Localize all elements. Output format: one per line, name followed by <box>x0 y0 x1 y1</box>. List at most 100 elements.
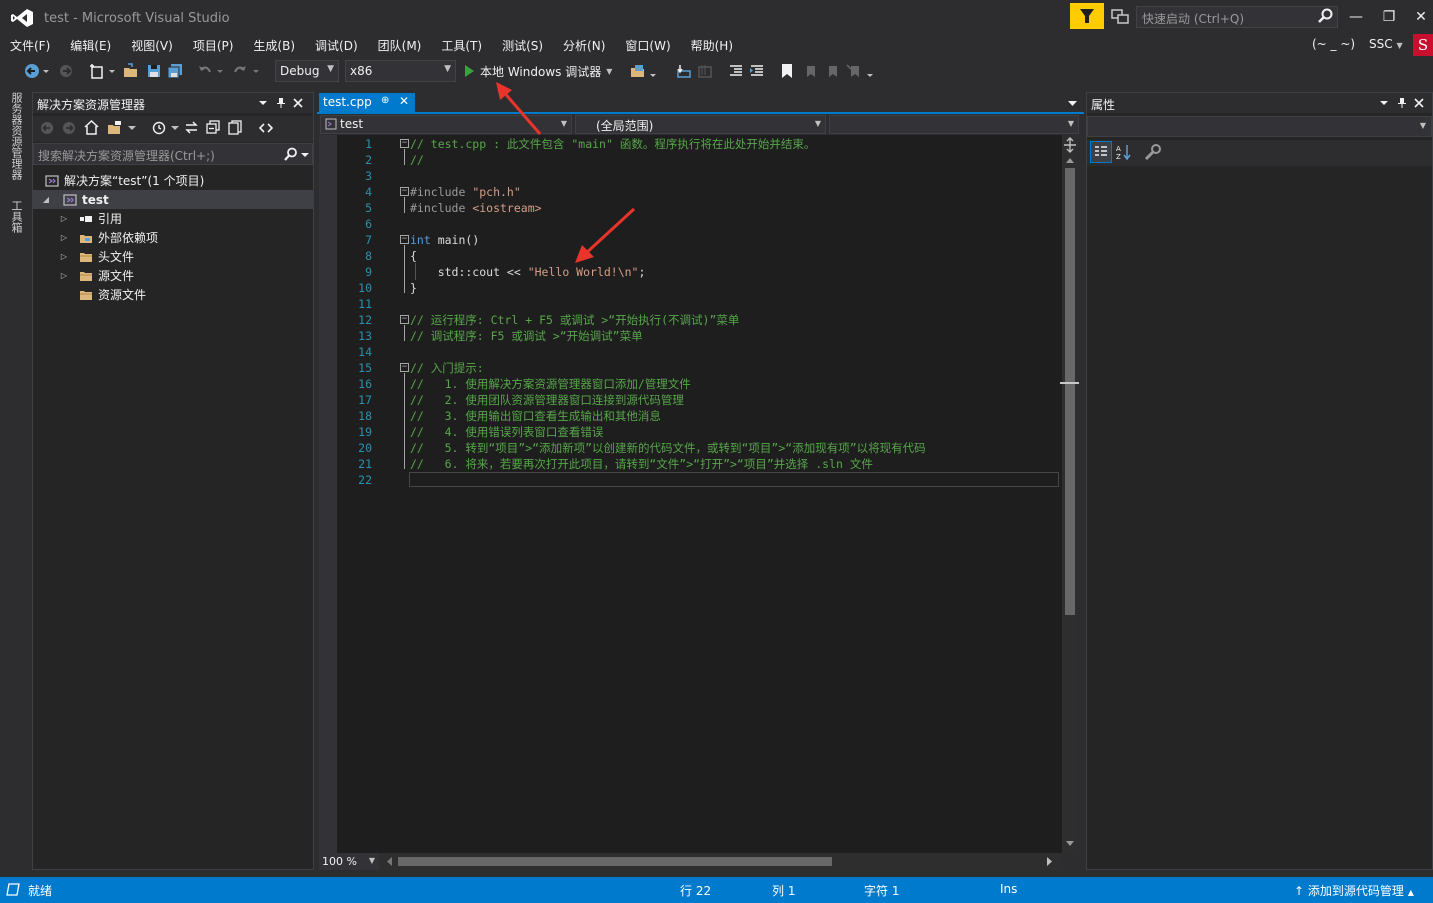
close-icon[interactable] <box>293 98 303 108</box>
chevron-down-icon[interactable] <box>252 63 260 79</box>
menu-item[interactable]: 项目(P) <box>183 34 244 56</box>
tree-item-resource-files[interactable]: 资源文件 <box>33 285 313 304</box>
quick-launch-input[interactable]: 快速启动 (Ctrl+Q) <box>1136 6 1338 28</box>
vertical-scroll-thumb[interactable] <box>1065 168 1075 615</box>
account-badge[interactable]: S <box>1413 34 1433 56</box>
tab-server-explorer[interactable]: 服务器资源管理器 <box>8 92 24 180</box>
scroll-right-icon[interactable] <box>1047 857 1053 866</box>
collapse-marker-icon[interactable]: − <box>400 363 409 372</box>
expanded-triangle-icon[interactable]: ◢ <box>41 195 51 204</box>
close-icon[interactable]: ✕ <box>399 94 409 108</box>
menu-item[interactable]: 视图(V) <box>121 34 183 56</box>
alphabetical-icon[interactable]: AZ <box>1115 143 1133 161</box>
tree-item-source-files[interactable]: ▷ 源文件 <box>33 266 313 285</box>
output-window-icon[interactable] <box>6 883 20 896</box>
menu-item[interactable]: 生成(B) <box>243 34 305 56</box>
scroll-left-icon[interactable] <box>386 857 392 866</box>
new-project-icon[interactable] <box>89 63 105 79</box>
zoom-select[interactable]: 100 % ▼ <box>319 853 379 870</box>
properties-object-select[interactable]: ▼ <box>1087 116 1432 137</box>
redo-icon[interactable] <box>232 63 248 79</box>
menu-item[interactable]: 工具(T) <box>431 34 492 56</box>
menu-item[interactable]: 窗口(W) <box>615 34 680 56</box>
indent-icon[interactable] <box>749 63 765 79</box>
scroll-down-icon[interactable] <box>1066 841 1074 847</box>
notification-filter-button[interactable] <box>1070 3 1104 29</box>
member-nav-select[interactable]: ▼ <box>829 115 1079 134</box>
menu-item[interactable]: 编辑(E) <box>60 34 121 56</box>
menu-item[interactable]: 测试(S) <box>492 34 553 56</box>
scope-nav-select[interactable]: (全局范围) ▼ <box>575 115 826 134</box>
chevron-down-icon[interactable] <box>171 124 179 132</box>
feedback-icon[interactable] <box>1110 8 1130 26</box>
prev-bookmark-icon[interactable] <box>802 63 818 79</box>
search-icon[interactable] <box>1318 8 1334 24</box>
forward-icon[interactable] <box>62 121 76 135</box>
tab-toolbox[interactable]: 工具箱 <box>8 200 24 233</box>
tree-item-header-files[interactable]: ▷ 头文件 <box>33 247 313 266</box>
split-icon[interactable] <box>1063 137 1077 153</box>
bookmark-icon[interactable] <box>779 63 795 79</box>
account-initials[interactable]: SSC ▼ <box>1369 37 1403 51</box>
next-bookmark-icon[interactable] <box>824 63 840 79</box>
chevron-down-icon[interactable] <box>259 99 267 107</box>
sync-icon[interactable] <box>184 120 199 135</box>
close-button[interactable]: ✕ <box>1406 5 1433 29</box>
start-debugging-button[interactable]: 本地 Windows 调试器 ▼ <box>463 61 612 81</box>
step-over-icon[interactable] <box>697 63 713 79</box>
clear-bookmarks-icon[interactable] <box>846 63 862 79</box>
minimize-button[interactable]: — <box>1341 5 1371 29</box>
show-all-files-icon[interactable] <box>228 120 243 135</box>
menu-item[interactable]: 团队(M) <box>368 34 432 56</box>
tree-project-node[interactable]: ◢ test <box>33 190 313 209</box>
save-all-icon[interactable] <box>167 63 183 79</box>
undo-icon[interactable] <box>197 63 213 79</box>
solution-search-input[interactable]: 搜索解决方案资源管理器(Ctrl+;) <box>33 143 313 165</box>
collapse-marker-icon[interactable]: − <box>400 235 409 244</box>
pin-icon[interactable]: ⊕ <box>381 95 389 106</box>
chevron-down-icon[interactable] <box>108 63 116 79</box>
collapsed-triangle-icon[interactable]: ▷ <box>59 233 69 242</box>
menu-item[interactable]: 文件(F) <box>0 34 60 56</box>
categorized-icon[interactable] <box>1090 141 1112 163</box>
close-icon[interactable] <box>1414 98 1424 108</box>
menu-item[interactable]: 帮助(H) <box>681 34 743 56</box>
code-view-icon[interactable] <box>259 121 273 135</box>
collapsed-triangle-icon[interactable]: ▷ <box>59 252 69 261</box>
chevron-down-icon[interactable] <box>128 124 136 132</box>
outdent-icon[interactable] <box>728 63 744 79</box>
switch-views-icon[interactable] <box>107 120 122 135</box>
account-name[interactable]: (~ _ ~) <box>1312 37 1355 51</box>
add-to-source-control-button[interactable]: ↑ 添加到源代码管理 ▲ <box>1294 882 1414 899</box>
home-icon[interactable] <box>84 120 99 135</box>
platform-select[interactable]: x86 ▼ <box>345 60 456 82</box>
collapse-marker-icon[interactable]: − <box>400 315 409 324</box>
collapse-all-icon[interactable] <box>206 120 221 135</box>
tree-item-references[interactable]: ▷ 引用 <box>33 209 313 228</box>
chevron-down-icon[interactable] <box>301 151 309 159</box>
chevron-down-icon[interactable] <box>42 63 50 79</box>
tree-item-external-deps[interactable]: ▷ 外部依赖项 <box>33 228 313 247</box>
toolbar-overflow-icon[interactable] <box>866 63 874 79</box>
tab-overflow-icon[interactable] <box>1068 99 1077 107</box>
pin-icon[interactable] <box>276 97 286 109</box>
tab-test-cpp[interactable]: test.cpp ⊕ ✕ <box>319 93 415 113</box>
chevron-down-icon[interactable] <box>649 63 657 79</box>
collapsed-triangle-icon[interactable]: ▷ <box>59 271 69 280</box>
forward-icon[interactable] <box>58 63 74 79</box>
scroll-up-icon[interactable] <box>1066 157 1074 163</box>
restore-button[interactable]: ❐ <box>1374 5 1404 29</box>
save-icon[interactable] <box>146 63 162 79</box>
tree-solution-node[interactable]: 解决方案“test”(1 个项目) <box>33 171 313 190</box>
step-into-icon[interactable] <box>676 63 692 79</box>
menu-item[interactable]: 调试(D) <box>305 34 368 56</box>
back-icon[interactable] <box>40 121 54 135</box>
back-icon[interactable] <box>24 63 40 79</box>
configuration-select[interactable]: Debug ▼ <box>275 60 339 82</box>
collapse-marker-icon[interactable]: − <box>400 139 409 148</box>
pending-changes-filter-icon[interactable] <box>151 120 166 135</box>
pin-icon[interactable] <box>1397 97 1407 109</box>
menu-item[interactable]: 分析(N) <box>553 34 615 56</box>
collapse-marker-icon[interactable]: − <box>400 187 409 196</box>
open-file-icon[interactable] <box>123 63 139 79</box>
